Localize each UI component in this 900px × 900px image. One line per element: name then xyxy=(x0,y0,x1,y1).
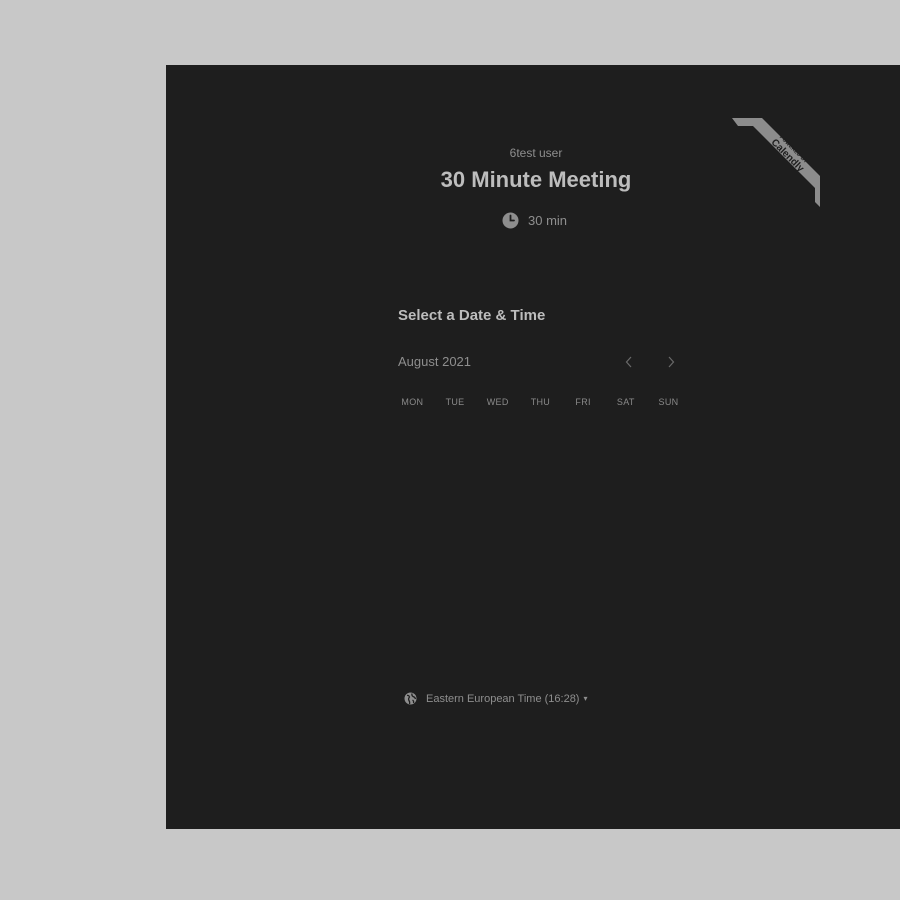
powered-by-calendly-badge[interactable]: POWERED BY Calendly xyxy=(732,118,820,207)
globe-icon xyxy=(404,692,417,705)
weekday-sat: SAT xyxy=(616,397,635,407)
next-month-button[interactable] xyxy=(661,352,681,372)
weekday-header-row: MON TUE WED THU FRI SAT SUN xyxy=(391,397,690,407)
weekday-fri: FRI xyxy=(575,397,591,407)
event-duration: 30 min xyxy=(502,212,567,229)
booking-panel: POWERED BY Calendly 6test user 30 Minute… xyxy=(166,65,900,829)
clock-icon xyxy=(502,212,519,229)
timezone-selector[interactable]: Eastern European Time (16:28) ▾ xyxy=(404,692,588,705)
current-month-label: August 2021 xyxy=(398,354,472,369)
weekday-wed: WED xyxy=(486,397,509,407)
timezone-label: Eastern European Time (16:28) xyxy=(426,692,580,705)
duration-label: 30 min xyxy=(528,213,568,228)
chevron-down-icon: ▾ xyxy=(583,694,588,703)
event-title: 30 Minute Meeting xyxy=(440,167,632,192)
host-name: 6test user xyxy=(509,146,563,160)
select-date-time-heading: Select a Date & Time xyxy=(398,307,546,324)
chevron-left-icon xyxy=(625,356,632,368)
weekday-thu: THU xyxy=(530,397,551,407)
chevron-right-icon xyxy=(668,356,675,368)
weekday-tue: TUE xyxy=(445,397,465,407)
weekday-sun: SUN xyxy=(658,397,679,407)
weekday-mon: MON xyxy=(401,397,424,407)
previous-month-button[interactable] xyxy=(619,352,639,372)
